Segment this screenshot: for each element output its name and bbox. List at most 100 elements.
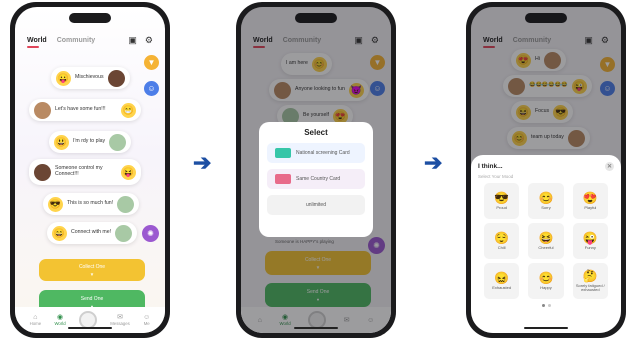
- mood-option[interactable]: 😆 Cheerful: [528, 223, 564, 259]
- mood-label: Chill: [497, 244, 506, 250]
- collect-label: Collect One: [78, 263, 106, 270]
- emoji-icon: 😛: [56, 70, 71, 86]
- mood-label: Proud: [496, 204, 507, 210]
- mood-emoji: 😊: [538, 270, 554, 285]
- tab-world-bottom[interactable]: ◉ World: [54, 314, 65, 326]
- filter-icon[interactable]: ▼: [144, 55, 159, 70]
- mood-label: Happy: [540, 284, 552, 290]
- top-bar: World Community ▣ ⚙: [27, 33, 153, 48]
- mood-label: Cheerful: [538, 244, 554, 250]
- mood-option[interactable]: 😌 Chill: [484, 223, 520, 259]
- emoji-icon: 😎: [48, 196, 63, 212]
- tab-messages[interactable]: ✉ Messages: [110, 314, 130, 326]
- bubble-text: I'm rdy to play: [73, 138, 106, 145]
- card-icon: [275, 148, 291, 158]
- arrow-right-icon: ➔: [193, 150, 212, 175]
- arrow-right-icon: ➔: [424, 150, 443, 175]
- option-unlimited[interactable]: unlimited: [267, 195, 365, 215]
- settings-icon[interactable]: ⚙: [145, 35, 153, 46]
- mood-label: Sorely fatigued / exhausted: [575, 282, 605, 292]
- emoji-icon: 😃: [54, 134, 69, 150]
- home-indicator: [68, 327, 112, 329]
- avatar: [109, 133, 127, 151]
- card-icon: [275, 174, 291, 184]
- tab-me[interactable]: ☺ Me: [143, 314, 150, 326]
- phone-select-card: World Community ▣ ⚙ I am here 😊 ▼ Anyone…: [236, 2, 396, 338]
- feed-bubble[interactable]: Someone control my Connect!!! 😝: [29, 159, 141, 185]
- option-label: unlimited: [305, 202, 326, 208]
- mood-label: Sorry: [541, 204, 551, 210]
- close-icon[interactable]: ✕: [605, 162, 614, 171]
- mood-emoji: 😖: [494, 270, 510, 285]
- phone-mood-picker: World Community ▣ ⚙ 😍 Hi ▼ 😂😂😂😂😂😂 😜 ☺ 😆 …: [466, 2, 626, 338]
- option-national-card[interactable]: National screening Card: [267, 143, 365, 163]
- mood-option[interactable]: 😊 Sorry: [528, 183, 564, 219]
- bag-icon[interactable]: ▣: [128, 35, 137, 46]
- avatar: [107, 69, 125, 87]
- avatar: [34, 101, 51, 119]
- option-label: National screening Card: [296, 150, 350, 156]
- feed-bubble[interactable]: 😄 Connect with me!: [47, 222, 138, 244]
- mood-option[interactable]: 😎 Proud: [484, 183, 520, 219]
- chat-icon[interactable]: ☺: [144, 81, 159, 96]
- option-same-country-card[interactable]: Same Country Card: [267, 169, 365, 189]
- bubble-text: Mischievous: [75, 74, 104, 81]
- profile-icon: ☺: [143, 314, 151, 321]
- mood-option[interactable]: 😊 Happy: [528, 263, 564, 299]
- tab-label: Messages: [110, 321, 130, 326]
- page-indicator: [478, 304, 614, 307]
- tab-home[interactable]: ⌂ Home: [30, 314, 41, 326]
- mood-emoji: 😜: [582, 230, 598, 245]
- emoji-icon: 😄: [52, 225, 67, 241]
- bubble-text: Let's have some fun!!!: [55, 106, 106, 113]
- mood-emoji: 😊: [538, 190, 554, 205]
- mood-emoji: 😌: [494, 230, 510, 245]
- bubble-text: Someone control my Connect!!!: [55, 165, 103, 177]
- option-label: Same Country Card: [296, 176, 341, 182]
- tab-label: Me: [143, 321, 150, 326]
- feed-bubble[interactable]: 😃 I'm rdy to play: [49, 131, 132, 153]
- mood-option[interactable]: 😖 Exhausted: [484, 263, 520, 299]
- globe-icon[interactable]: ✺: [142, 225, 159, 242]
- feed-bubble[interactable]: 😎 This is so much fun!: [43, 193, 140, 215]
- emoji-icon: 😝: [121, 164, 136, 180]
- page-dot[interactable]: [547, 304, 551, 307]
- bubble-text: Connect with me!: [71, 229, 112, 236]
- mood-option[interactable]: 🤔 Sorely fatigued / exhausted: [572, 263, 608, 299]
- mood-option[interactable]: 😜 Funny: [572, 223, 608, 259]
- phone-world-feed: World Community ▣ ⚙ 😛 Mischievous ▼ ☺ Le…: [10, 2, 170, 338]
- tab-label: Home: [29, 321, 42, 326]
- mood-emoji: 😍: [582, 190, 598, 205]
- sheet-header: I think... ✕: [478, 162, 614, 171]
- mood-grid: 😎 Proud 😊 Sorry 😍 Playful 😌 Chill 😆 Cheerful …: [478, 183, 614, 299]
- avatar: [34, 163, 51, 181]
- mood-option[interactable]: 😍 Playful: [572, 183, 608, 219]
- funnel-icon: ▼: [89, 271, 95, 277]
- tab-label: World: [54, 321, 66, 326]
- mood-emoji: 🤔: [582, 268, 598, 283]
- feed-bubble[interactable]: Let's have some fun!!! 😁: [29, 99, 141, 121]
- tab-world[interactable]: World: [27, 37, 47, 48]
- tab-community[interactable]: Community: [57, 37, 96, 44]
- mood-emoji: 😆: [538, 230, 554, 245]
- message-icon: ✉: [117, 314, 123, 321]
- top-icons: ▣ ⚙: [128, 35, 153, 46]
- home-indicator: [294, 327, 338, 329]
- camera-notch: [69, 13, 111, 23]
- page-dot[interactable]: [541, 304, 545, 307]
- bottom-tab-bar: ⌂ Home ◉ World ✉ Messages ☺ Me: [15, 307, 165, 333]
- mood-label: Exhausted: [492, 284, 512, 290]
- world-icon: ◉: [56, 314, 64, 321]
- sheet-title: I think...: [478, 163, 503, 170]
- onboarding-flow: World Community ▣ ⚙ 😛 Mischievous ▼ ☺ Le…: [0, 0, 634, 341]
- avatar: [117, 195, 135, 213]
- feed-bubble[interactable]: 😛 Mischievous: [51, 67, 130, 89]
- screen: World Community ▣ ⚙ 😍 Hi ▼ 😂😂😂😂😂😂 😜 ☺ 😆 …: [471, 7, 621, 333]
- mood-emoji: 😎: [494, 190, 510, 205]
- sheet-subtitle: Select Your Mood: [478, 174, 514, 179]
- home-indicator: [524, 327, 568, 329]
- bubble-text: This is so much fun!: [67, 200, 114, 207]
- collect-one-button[interactable]: Collect One ▼: [39, 259, 145, 281]
- modal-title: Select: [304, 128, 328, 137]
- screen: World Community ▣ ⚙ 😛 Mischievous ▼ ☺ Le…: [15, 7, 165, 333]
